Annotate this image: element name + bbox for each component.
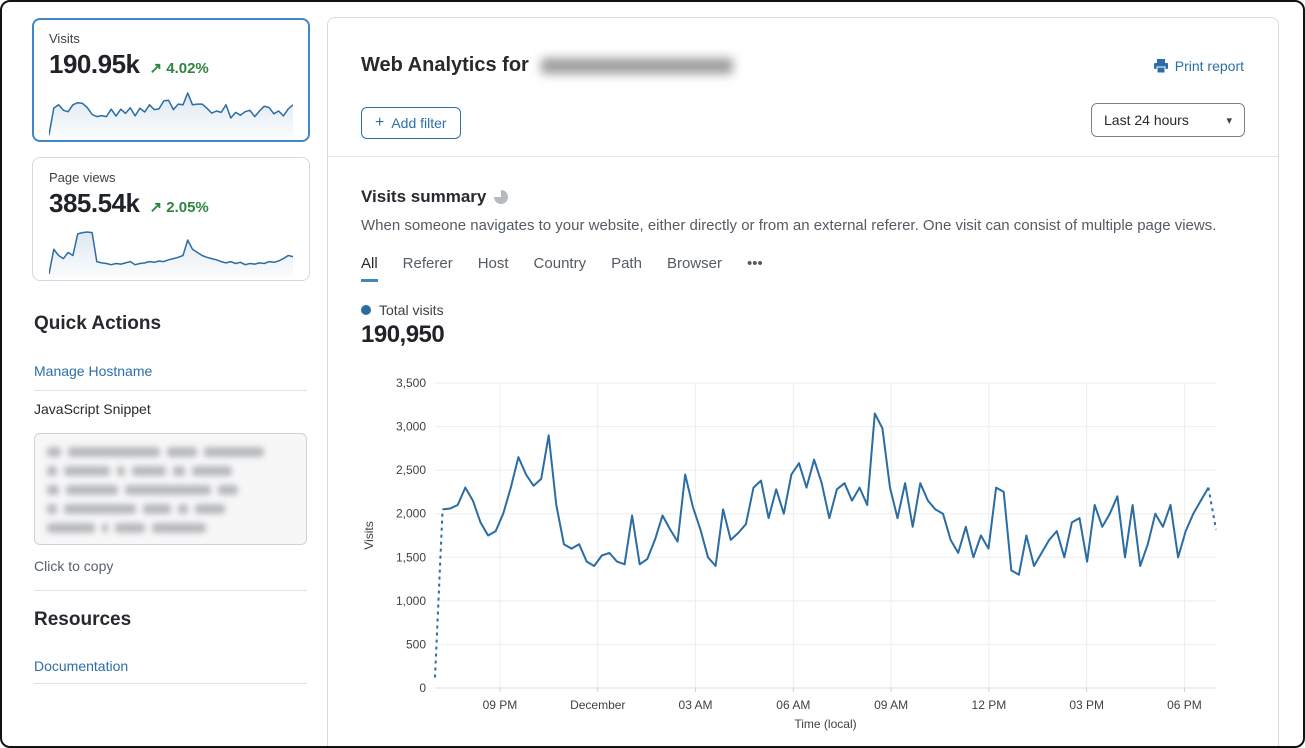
javascript-snippet-label: JavaScript Snippet	[34, 401, 151, 417]
time-range-dropdown[interactable]: Last 24 hours ▾	[1091, 103, 1245, 137]
visits-metric-card[interactable]: Visits 190.95k ↗ 4.02%	[32, 18, 310, 142]
tab-path[interactable]: Path	[611, 255, 642, 282]
print-report-link[interactable]: Print report	[1153, 58, 1244, 74]
page-views-sparkline-chart	[49, 225, 293, 277]
page-views-card-delta: ↗ 2.05%	[149, 198, 208, 216]
svg-text:Time (local): Time (local)	[794, 717, 856, 731]
page-views-card-label: Page views	[49, 170, 293, 185]
add-filter-button[interactable]: + Add filter	[361, 107, 461, 139]
divider	[328, 156, 1278, 157]
visits-card-label: Visits	[49, 31, 293, 46]
visits-summary-description: When someone navigates to your website, …	[361, 217, 1241, 234]
visits-card-delta: ↗ 4.02%	[149, 59, 208, 77]
svg-text:09 AM: 09 AM	[874, 698, 908, 712]
up-arrow-icon: ↗	[149, 199, 162, 216]
divider	[34, 590, 307, 591]
visits-summary-heading: Visits summary	[361, 187, 508, 207]
redacted-snippet-text	[47, 447, 294, 533]
visits-line-chart: 0 500 1,000 1,500 2,000 2,500 3,000 3,500 09 PM D…	[361, 370, 1248, 747]
svg-text:06 AM: 06 AM	[776, 698, 810, 712]
tab-country[interactable]: Country	[534, 255, 587, 282]
svg-text:0: 0	[419, 681, 426, 695]
tab-all[interactable]: All	[361, 255, 378, 282]
javascript-snippet-code-box[interactable]	[34, 433, 307, 545]
svg-text:3,500: 3,500	[396, 376, 426, 390]
svg-text:2,000: 2,000	[396, 507, 426, 521]
tab-browser[interactable]: Browser	[667, 255, 722, 282]
quick-actions-heading: Quick Actions	[34, 313, 161, 335]
redacted-domain-name	[541, 58, 733, 74]
svg-text:1,500: 1,500	[396, 550, 426, 564]
summary-tabs: All Referer Host Country Path Browser •••	[361, 255, 763, 282]
app-window: Visits 190.95k ↗ 4.02% Page views 385.54…	[0, 0, 1305, 748]
page-views-metric-card[interactable]: Page views 385.54k ↗ 2.05%	[32, 157, 310, 281]
pie-chart-icon	[494, 190, 508, 204]
page-title: Web Analytics for	[361, 54, 733, 77]
svg-text:500: 500	[406, 637, 426, 651]
divider	[34, 390, 307, 391]
tab-host[interactable]: Host	[478, 255, 509, 282]
visits-sparkline-chart	[49, 86, 293, 138]
click-to-copy-hint: Click to copy	[34, 558, 113, 574]
chevron-down-icon: ▾	[1226, 114, 1232, 127]
page-views-card-value: 385.54k	[49, 188, 139, 219]
tab-more[interactable]: •••	[747, 255, 763, 282]
up-arrow-icon: ↗	[149, 60, 162, 77]
svg-text:03 PM: 03 PM	[1069, 698, 1104, 712]
printer-icon	[1153, 58, 1169, 74]
chart-legend: Total visits	[361, 302, 444, 318]
plus-icon: +	[375, 115, 384, 131]
visits-card-value: 190.95k	[49, 49, 139, 80]
manage-hostname-link[interactable]: Manage Hostname	[34, 363, 152, 379]
svg-text:December: December	[570, 698, 625, 712]
svg-text:Visits: Visits	[362, 521, 376, 549]
tab-referer[interactable]: Referer	[403, 255, 453, 282]
svg-text:03 AM: 03 AM	[679, 698, 713, 712]
legend-dot-icon	[361, 305, 371, 315]
svg-text:1,000: 1,000	[396, 594, 426, 608]
main-panel: Web Analytics for Print report + Add fil…	[327, 17, 1279, 748]
svg-text:09 PM: 09 PM	[483, 698, 518, 712]
documentation-link[interactable]: Documentation	[34, 658, 128, 674]
legend-label: Total visits	[379, 302, 444, 318]
total-visits-value: 190,950	[361, 321, 444, 349]
divider	[34, 683, 307, 684]
svg-text:2,500: 2,500	[396, 463, 426, 477]
svg-text:12 PM: 12 PM	[972, 698, 1007, 712]
resources-heading: Resources	[34, 609, 131, 631]
svg-text:06 PM: 06 PM	[1167, 698, 1202, 712]
svg-text:3,000: 3,000	[396, 420, 426, 434]
